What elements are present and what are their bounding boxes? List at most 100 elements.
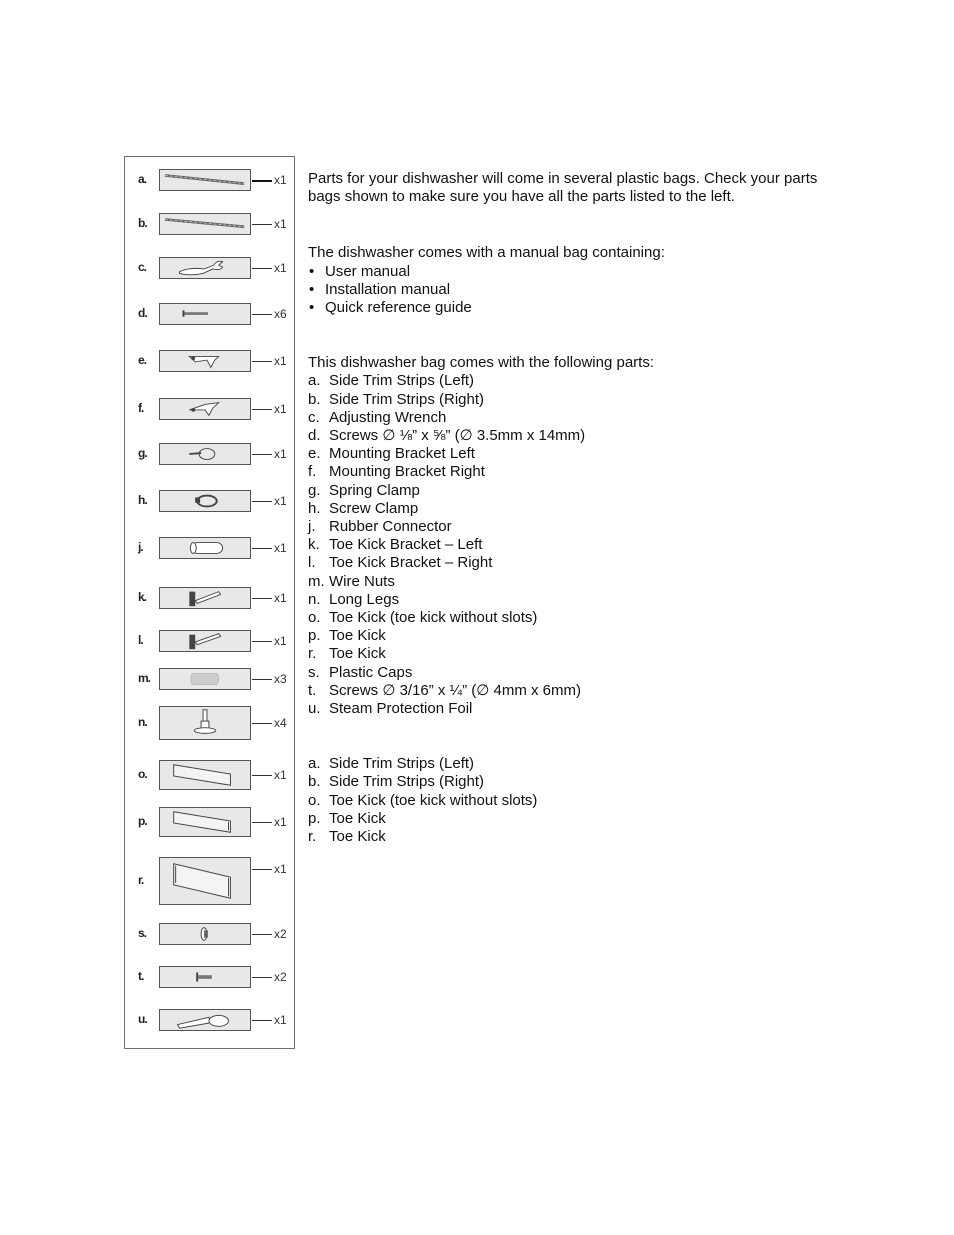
part-letter: s. (138, 926, 147, 940)
part-quantity: x2 (274, 970, 287, 984)
list-item: r. Toe Kick (308, 645, 828, 663)
list-item-text: Adjusting Wrench (329, 408, 447, 426)
list-item: j. Rubber Connector (308, 518, 828, 536)
list-item: o. Toe Kick (toe kick without slots) (308, 792, 828, 810)
screw-icon (159, 303, 251, 325)
list-item-label: g. (308, 481, 321, 499)
list-item-text: Side Trim Strips (Right) (329, 773, 485, 791)
parts-illustration-panel: a. x1 b. x1 c. x1 d. x6 e. x1 f. x1 g. x1 h. x1 j. x1 k. x1… (124, 156, 295, 1049)
list-item: b. Side Trim Strips (Right) (308, 773, 828, 791)
list-item-text: Side Trim Strips (Right) (329, 390, 485, 408)
list-item-text: Long Legs (329, 590, 400, 608)
list-item-label: r. (308, 645, 317, 663)
list-item-label: s. (308, 663, 320, 681)
part-letter: o. (138, 767, 148, 781)
list-item-label: t. (308, 681, 317, 699)
list-item: c. Adjusting Wrench (308, 409, 828, 427)
part-quantity: x6 (274, 307, 287, 321)
toe-kick-large-icon (159, 857, 251, 905)
part-letter: g. (138, 446, 148, 460)
parts-bag-heading: This dishwasher bag comes with the follo… (308, 354, 654, 372)
list-item-text: Screws ∅ ⅛” x ⅝” (∅ 3.5mm x 14mm) (329, 427, 586, 445)
part-quantity: x1 (274, 634, 287, 648)
list-item-text: Side Trim Strips (Left) (329, 372, 475, 390)
small-screw-icon (159, 966, 251, 988)
steam-foil-icon (159, 1009, 251, 1031)
part-letter: m. (138, 671, 151, 685)
list-item-label: o. (308, 609, 321, 627)
leader-line (252, 598, 272, 599)
leader-line (252, 869, 272, 870)
manual-bag-heading: The dishwasher comes with a manual bag c… (308, 244, 665, 262)
leader-line (252, 409, 272, 410)
list-item-label: p. (308, 809, 321, 827)
list-item-label: a. (308, 755, 321, 773)
intro-paragraph: Parts for your dishwasher will come in s… (308, 170, 818, 206)
part-letter: t. (138, 969, 144, 983)
screw-clamp-icon (159, 490, 251, 512)
part-quantity: x1 (274, 541, 287, 555)
part-letter: f. (138, 401, 144, 415)
list-item-label: j. (308, 518, 316, 536)
list-item-text: Wire Nuts (329, 572, 395, 590)
list-item: e. Mounting Bracket Left (308, 445, 828, 463)
part-quantity: x1 (274, 591, 287, 605)
part-quantity: x1 (274, 768, 287, 782)
leader-line (252, 934, 272, 935)
list-item: m. Wire Nuts (308, 573, 828, 591)
leader-line (252, 723, 272, 724)
list-item-text: Toe Kick (329, 645, 386, 663)
trim-strip-right-icon (159, 213, 251, 235)
part-letter: k. (138, 590, 147, 604)
list-item-label: u. (308, 700, 321, 718)
list-item-text: Mounting Bracket Right (329, 463, 485, 481)
list-item-label: a. (308, 372, 321, 390)
list-item: l. Toe Kick Bracket – Right (308, 554, 828, 572)
list-item: p. Toe Kick (308, 627, 828, 645)
part-quantity: x1 (274, 354, 287, 368)
list-item-text: Mounting Bracket Left (329, 445, 475, 463)
mounting-bracket-right-icon (159, 398, 251, 420)
leader-line (252, 454, 272, 455)
list-item-label: p. (308, 627, 321, 645)
leader-line (252, 641, 272, 642)
part-quantity: x3 (274, 672, 287, 686)
part-quantity: x2 (274, 927, 287, 941)
list-item-text: Screws ∅ 3/16” x ¼” (∅ 4mm x 6mm) (329, 681, 581, 699)
list-item-text: Toe Kick (toe kick without slots) (329, 609, 538, 627)
list-item: h. Screw Clamp (308, 500, 828, 518)
list-item-text: Side Trim Strips (Left) (329, 755, 475, 773)
plastic-cap-icon (159, 923, 251, 945)
list-item: b. Side Trim Strips (Right) (308, 391, 828, 409)
list-item-label: b. (308, 390, 321, 408)
list-item: r. Toe Kick (308, 828, 828, 846)
list-item-label: o. (308, 791, 321, 809)
part-letter: c. (138, 260, 147, 274)
list-item: • User manual (309, 262, 411, 280)
part-letter: r. (138, 873, 144, 887)
part-letter: j. (138, 540, 144, 554)
part-quantity: x1 (274, 447, 287, 461)
list-item: o. Toe Kick (toe kick without slots) (308, 609, 828, 627)
list-item: p. Toe Kick (308, 810, 828, 828)
list-item-label: m. (308, 572, 325, 590)
part-quantity: x1 (274, 261, 287, 275)
wire-nut-icon (159, 668, 251, 690)
manual-bag-list: • User manual • Installation manual • Quick… (308, 263, 828, 318)
part-letter: b. (138, 216, 148, 230)
part-letter: p. (138, 814, 148, 828)
part-letter: d. (138, 306, 148, 320)
list-item-label: n. (308, 590, 321, 608)
trim-strip-left-icon (159, 169, 251, 191)
part-letter: u. (138, 1012, 148, 1026)
part-quantity: x1 (274, 402, 287, 416)
part-letter: n. (138, 715, 148, 729)
list-item-label: d. (308, 427, 321, 445)
list-item: u. Steam Protection Foil (308, 700, 828, 718)
list-item-text: Spring Clamp (329, 481, 420, 499)
toe-kick-bracket-right-icon (159, 630, 251, 652)
list-item-text: Toe Kick (329, 627, 386, 645)
part-quantity: x4 (274, 716, 287, 730)
leader-line (252, 775, 272, 776)
part-letter: l. (138, 633, 144, 647)
